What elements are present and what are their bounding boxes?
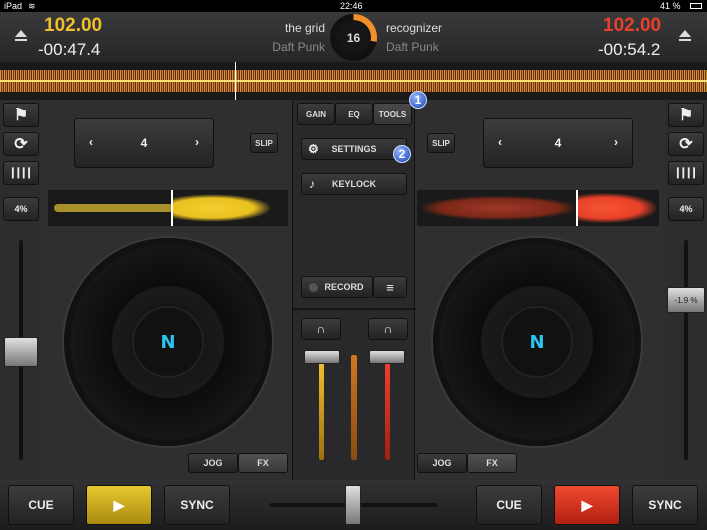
headphones-icon[interactable]: ∩ (301, 318, 341, 340)
grid-icon[interactable]: ┃┃┃┃ (668, 161, 704, 185)
menu-icon[interactable]: ≡ (373, 276, 407, 298)
settings-button[interactable]: ⚙ SETTINGS (301, 138, 407, 160)
right-waveform-played (421, 196, 576, 220)
left-deck: ‹ 4 › SLIP N JOG FX (42, 100, 292, 480)
left-jog-button[interactable]: JOG (188, 453, 238, 473)
right-deck: SLIP ‹ 4 › N JOG FX (415, 100, 665, 480)
right-volume-meter (385, 360, 390, 460)
overview-waveform[interactable] (0, 62, 707, 100)
device-name: iPad (4, 1, 23, 11)
left-waveform-played (54, 204, 174, 212)
right-loop-selector: ‹ 4 › (483, 118, 633, 168)
left-pitch-slider[interactable] (4, 337, 38, 367)
tab-tools[interactable]: TOOLS (373, 103, 412, 125)
beat-counter-value: 16 (336, 20, 371, 55)
grid-icon[interactable]: ┃┃┃┃ (3, 161, 39, 185)
left-loop-selector: ‹ 4 › (74, 118, 214, 168)
note-icon: ♪ (309, 177, 315, 191)
right-side-strip: ⚑ ⟳ ┃┃┃┃ 4% -1.9 % (665, 100, 707, 480)
keylock-button[interactable]: ♪ KEYLOCK (301, 173, 407, 195)
eject-icon-bar (679, 39, 691, 41)
chevron-left-icon[interactable]: ‹ (498, 135, 502, 149)
left-waveform-upcoming (172, 194, 272, 222)
master-level-meter (351, 355, 357, 460)
wifi-icon: ≋ (28, 1, 36, 11)
right-pitch-range[interactable]: 4% (668, 197, 704, 221)
left-track-waveform[interactable] (48, 190, 288, 226)
left-fx-button[interactable]: FX (238, 453, 288, 473)
flag-icon[interactable]: ⚑ (668, 103, 704, 127)
right-play-button[interactable]: ▶ (554, 485, 620, 525)
waveform-center-line (0, 80, 707, 82)
annotation-badge-1: 1 (409, 91, 427, 109)
left-turntable[interactable]: N (64, 238, 272, 446)
tab-gain[interactable]: GAIN (297, 103, 335, 125)
center-panel: GAIN EQ TOOLS 1 ⚙ SETTINGS 2 ♪ KEYLOCK R… (292, 91, 427, 480)
right-waveform-playhead (576, 190, 578, 226)
left-slip-button[interactable]: SLIP (250, 133, 278, 153)
crossfader-knob[interactable] (345, 485, 361, 525)
keylock-label: KEYLOCK (331, 179, 376, 189)
clock: 22:46 (340, 1, 363, 11)
right-jog-button[interactable]: JOG (417, 453, 467, 473)
left-play-button[interactable]: ▶ (86, 485, 152, 525)
headphones-icon[interactable]: ∩ (368, 318, 408, 340)
eject-icon-bar (15, 39, 27, 41)
eject-icon[interactable] (15, 30, 27, 37)
annotation-badge-2: 2 (393, 145, 411, 163)
left-volume-meter (319, 360, 324, 460)
right-loop-size: 4 (554, 136, 562, 150)
left-sync-button[interactable]: SYNC (164, 485, 230, 525)
right-pitch-track (684, 240, 688, 460)
left-side-strip: ⚑ ⟳ ┃┃┃┃ 4% (0, 100, 42, 480)
loop-icon[interactable]: ⟳ (668, 132, 704, 156)
chevron-left-icon[interactable]: ‹ (89, 135, 93, 149)
flag-icon[interactable]: ⚑ (3, 103, 39, 127)
left-artist: Daft Punk (272, 40, 325, 54)
right-volume-fader[interactable] (369, 350, 405, 364)
right-pitch-slider[interactable]: -1.9 % (667, 287, 705, 313)
record-button[interactable]: RECORD (301, 276, 373, 298)
chevron-right-icon[interactable]: › (195, 135, 199, 149)
right-track-waveform[interactable] (417, 190, 659, 226)
right-record-label: N (501, 306, 573, 378)
settings-label: SETTINGS (331, 144, 377, 154)
right-title: recognizer (386, 21, 443, 35)
status-bar: iPad ≋ 22:46 41 % (0, 0, 707, 12)
mixer-divider (293, 308, 416, 310)
right-cue-button[interactable]: CUE (476, 485, 542, 525)
battery-text: 41 % (660, 1, 681, 11)
beat-counter: 16 (330, 14, 377, 61)
gear-icon: ⚙ (308, 142, 319, 156)
right-fx-button[interactable]: FX (467, 453, 517, 473)
left-playhead (235, 62, 236, 100)
left-pitch-range[interactable]: 4% (3, 197, 39, 221)
record-dot-icon (309, 283, 318, 292)
battery-icon (690, 3, 702, 9)
left-volume-fader[interactable] (304, 350, 340, 364)
tab-eq[interactable]: EQ (335, 103, 373, 125)
right-sync-button[interactable]: SYNC (632, 485, 698, 525)
eject-icon[interactable] (679, 30, 691, 37)
left-time: -00:47.4 (38, 40, 101, 59)
right-slip-button[interactable]: SLIP (427, 133, 455, 153)
right-artist: Daft Punk (386, 40, 439, 54)
left-waveform-playhead (171, 190, 173, 226)
loop-icon[interactable]: ⟳ (3, 132, 39, 156)
right-waveform-upcoming (577, 193, 657, 223)
left-title: the grid (284, 21, 325, 35)
right-time: -00:54.2 (598, 40, 661, 59)
left-cue-button[interactable]: CUE (8, 485, 74, 525)
left-bpm: 102.00 (44, 15, 103, 36)
chevron-right-icon[interactable]: › (614, 135, 618, 149)
record-label: RECORD (324, 282, 364, 292)
header: 102.00 -00:47.4 the grid Daft Punk 16 re… (0, 12, 707, 62)
left-record-label: N (132, 306, 204, 378)
right-bpm: 102.00 (603, 15, 662, 36)
right-turntable[interactable]: N (433, 238, 641, 446)
left-loop-size: 4 (140, 136, 148, 150)
transport-bar: CUE ▶ SYNC CUE ▶ SYNC (0, 480, 707, 530)
